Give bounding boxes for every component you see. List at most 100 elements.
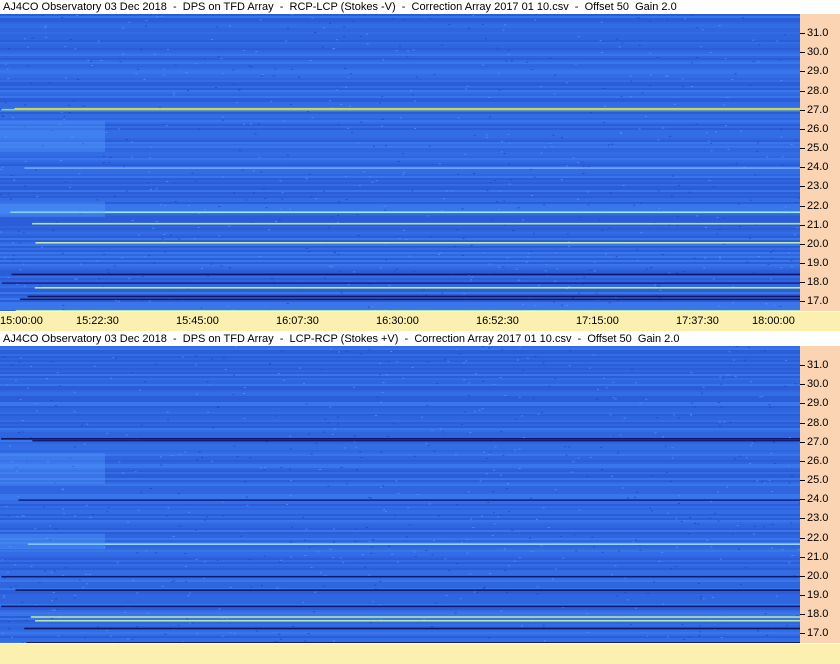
- noise-speck: [437, 515, 440, 517]
- noise-row: [0, 434, 800, 436]
- noise-speck: [503, 224, 506, 226]
- noise-row: [0, 518, 800, 520]
- noise-speck: [530, 250, 533, 252]
- noise-speck: [764, 613, 767, 615]
- noise-row: [0, 258, 800, 260]
- noise-speck: [50, 361, 53, 363]
- noise-speck: [233, 374, 235, 376]
- noise-row: [0, 252, 800, 254]
- noise-speck: [335, 89, 338, 91]
- noise-speck: [121, 257, 124, 259]
- noise-speck: [331, 266, 334, 268]
- noise-speck: [787, 465, 790, 467]
- noise-row: [0, 152, 800, 154]
- noise-speck: [370, 497, 372, 499]
- noise-speck: [68, 104, 71, 106]
- noise-row: [0, 164, 800, 166]
- noise-speck: [657, 190, 660, 192]
- noise-speck: [328, 100, 331, 102]
- noise-speck: [339, 271, 342, 273]
- noise-speck: [351, 20, 354, 22]
- emission-band: [11, 273, 800, 276]
- noise-speck: [21, 601, 24, 603]
- noise-speck: [338, 201, 341, 203]
- noise-row: [0, 76, 800, 78]
- noise-speck: [263, 469, 266, 471]
- noise-speck: [244, 387, 247, 389]
- noise-row: [0, 410, 800, 412]
- noise-speck: [197, 227, 200, 228]
- left-emission-patch: [0, 121, 105, 152]
- noise-speck: [53, 609, 56, 611]
- noise-speck: [770, 251, 772, 253]
- noise-speck: [673, 414, 676, 416]
- noise-row: [0, 556, 800, 558]
- noise-speck: [134, 471, 137, 473]
- noise-speck: [50, 571, 53, 573]
- noise-speck: [717, 402, 720, 403]
- noise-speck: [491, 219, 494, 221]
- noise-speck: [343, 26, 346, 28]
- noise-row: [0, 538, 800, 540]
- noise-speck: [357, 142, 360, 144]
- noise-row: [0, 112, 800, 114]
- noise-speck: [742, 17, 744, 19]
- noise-speck: [147, 612, 150, 614]
- noise-speck: [13, 179, 16, 181]
- noise-speck: [562, 557, 565, 559]
- noise-row: [0, 634, 800, 636]
- emission-band: [35, 620, 800, 622]
- noise-speck: [456, 173, 459, 175]
- noise-speck: [493, 523, 496, 525]
- noise-row: [0, 38, 800, 40]
- noise-speck: [264, 467, 267, 469]
- noise-speck: [461, 541, 464, 543]
- noise-speck: [662, 254, 665, 256]
- noise-speck: [333, 528, 336, 530]
- noise-speck: [599, 40, 602, 42]
- noise-speck: [658, 208, 661, 210]
- noise-row: [0, 622, 800, 624]
- noise-speck: [46, 378, 48, 380]
- noise-row: [0, 572, 800, 574]
- noise-speck: [430, 236, 433, 238]
- noise-speck: [218, 608, 221, 610]
- noise-speck: [639, 402, 642, 404]
- noise-speck: [369, 621, 372, 623]
- noise-row: [0, 418, 800, 420]
- y-tick-mark: [800, 52, 805, 54]
- noise-speck: [578, 509, 581, 511]
- noise-speck: [304, 640, 307, 642]
- noise-speck: [521, 415, 524, 417]
- noise-speck: [394, 514, 396, 516]
- noise-row: [0, 292, 800, 294]
- noise-speck: [586, 613, 589, 615]
- noise-row: [0, 428, 800, 430]
- noise-speck: [568, 365, 571, 367]
- noise-speck: [232, 394, 235, 396]
- noise-speck: [448, 24, 451, 25]
- noise-speck: [155, 188, 158, 190]
- noise-row: [0, 522, 800, 524]
- noise-row: [0, 136, 800, 138]
- noise-speck: [321, 46, 324, 48]
- noise-speck: [282, 120, 285, 122]
- noise-row: [0, 370, 800, 372]
- noise-speck: [110, 377, 113, 379]
- noise-speck: [577, 36, 580, 38]
- noise-speck: [337, 124, 340, 126]
- noise-row: [0, 624, 800, 626]
- noise-speck: [329, 22, 332, 24]
- noise-speck: [87, 60, 90, 62]
- noise-speck: [590, 112, 593, 114]
- noise-speck: [427, 215, 430, 217]
- noise-speck: [73, 597, 76, 599]
- noise-row: [0, 358, 800, 360]
- noise-speck: [620, 132, 623, 134]
- noise-speck: [282, 379, 285, 381]
- noise-speck: [427, 445, 430, 447]
- noise-speck: [482, 587, 485, 589]
- noise-speck: [221, 617, 224, 619]
- noise-speck: [220, 265, 223, 267]
- noise-speck: [573, 534, 576, 536]
